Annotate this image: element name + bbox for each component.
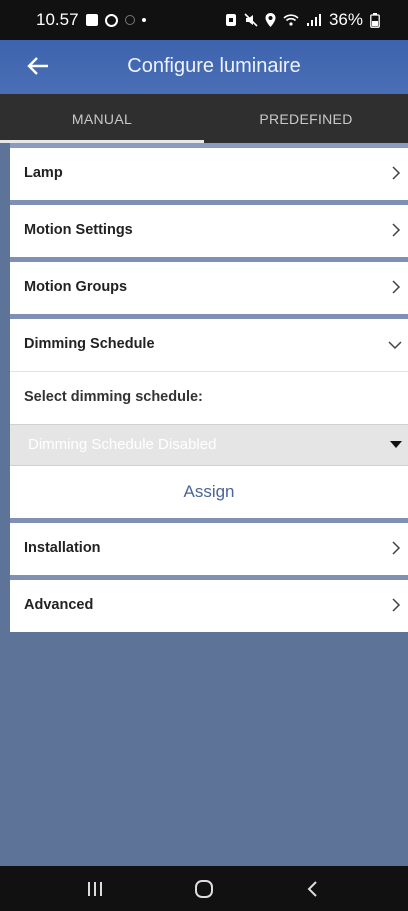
settings-list: Lamp Motion Settings Motion Groups Dimmi…	[10, 143, 408, 632]
chevron-right-icon	[392, 541, 401, 555]
chevron-right-icon	[392, 598, 401, 612]
status-left: 10.57	[36, 10, 146, 30]
section-label: Advanced	[24, 597, 94, 613]
caret-down-icon	[390, 441, 402, 448]
dimming-schedule-select[interactable]: Dimming Schedule Disabled	[10, 424, 408, 466]
section-motion-groups[interactable]: Motion Groups	[10, 257, 408, 314]
location-icon	[265, 13, 276, 27]
section-label: Installation	[24, 540, 101, 556]
sim-icon	[225, 14, 236, 26]
battery-icon	[370, 12, 380, 28]
home-button[interactable]	[184, 874, 224, 904]
status-right: 36%	[225, 10, 380, 30]
recents-button[interactable]	[75, 874, 115, 904]
recents-icon	[87, 881, 102, 896]
gallery-icon	[85, 14, 98, 26]
drive-icon	[104, 13, 118, 27]
tab-manual[interactable]: MANUAL	[0, 94, 204, 143]
section-installation[interactable]: Installation	[10, 518, 408, 575]
system-nav-bar	[0, 866, 408, 911]
wifi-icon	[283, 14, 299, 26]
page-title: Configure luminaire	[127, 55, 301, 77]
tab-bar: MANUAL PREDEFINED	[0, 94, 408, 143]
screen: 10.57 36% Configure luminaire MANUAL PRE…	[0, 0, 408, 911]
back-icon	[307, 880, 318, 897]
section-label: Motion Groups	[24, 279, 128, 295]
section-label: Dimming Schedule	[24, 336, 155, 352]
chevron-right-icon	[392, 280, 401, 294]
select-label: Select dimming schedule:	[10, 372, 408, 424]
section-advanced[interactable]: Advanced	[10, 575, 408, 632]
dropdown-value: Dimming Schedule Disabled	[28, 436, 217, 453]
chevron-right-icon	[392, 166, 401, 180]
section-label: Lamp	[24, 165, 63, 181]
circle-icon	[124, 15, 135, 25]
app-bar: Configure luminaire	[0, 40, 408, 94]
status-time: 10.57	[36, 10, 79, 29]
section-lamp[interactable]: Lamp	[10, 143, 408, 200]
battery-percent: 36%	[328, 10, 363, 29]
signal-icon	[306, 14, 321, 26]
back-button[interactable]	[293, 874, 333, 904]
chevron-down-icon	[388, 341, 402, 350]
section-motion-settings[interactable]: Motion Settings	[10, 200, 408, 257]
home-icon	[194, 879, 213, 898]
dot-icon	[141, 18, 146, 22]
section-dimming-schedule: Dimming Schedule Select dimming schedule…	[10, 314, 408, 518]
tab-predefined[interactable]: PREDEFINED	[204, 94, 408, 143]
chevron-right-icon	[392, 223, 401, 237]
assign-button[interactable]: Assign	[10, 466, 408, 518]
select-dimming-label: Select dimming schedule:	[24, 389, 203, 405]
mute-icon	[244, 13, 258, 27]
status-bar: 10.57 36%	[0, 0, 408, 40]
dimming-schedule-header[interactable]: Dimming Schedule	[10, 314, 408, 371]
section-label: Motion Settings	[24, 222, 133, 238]
